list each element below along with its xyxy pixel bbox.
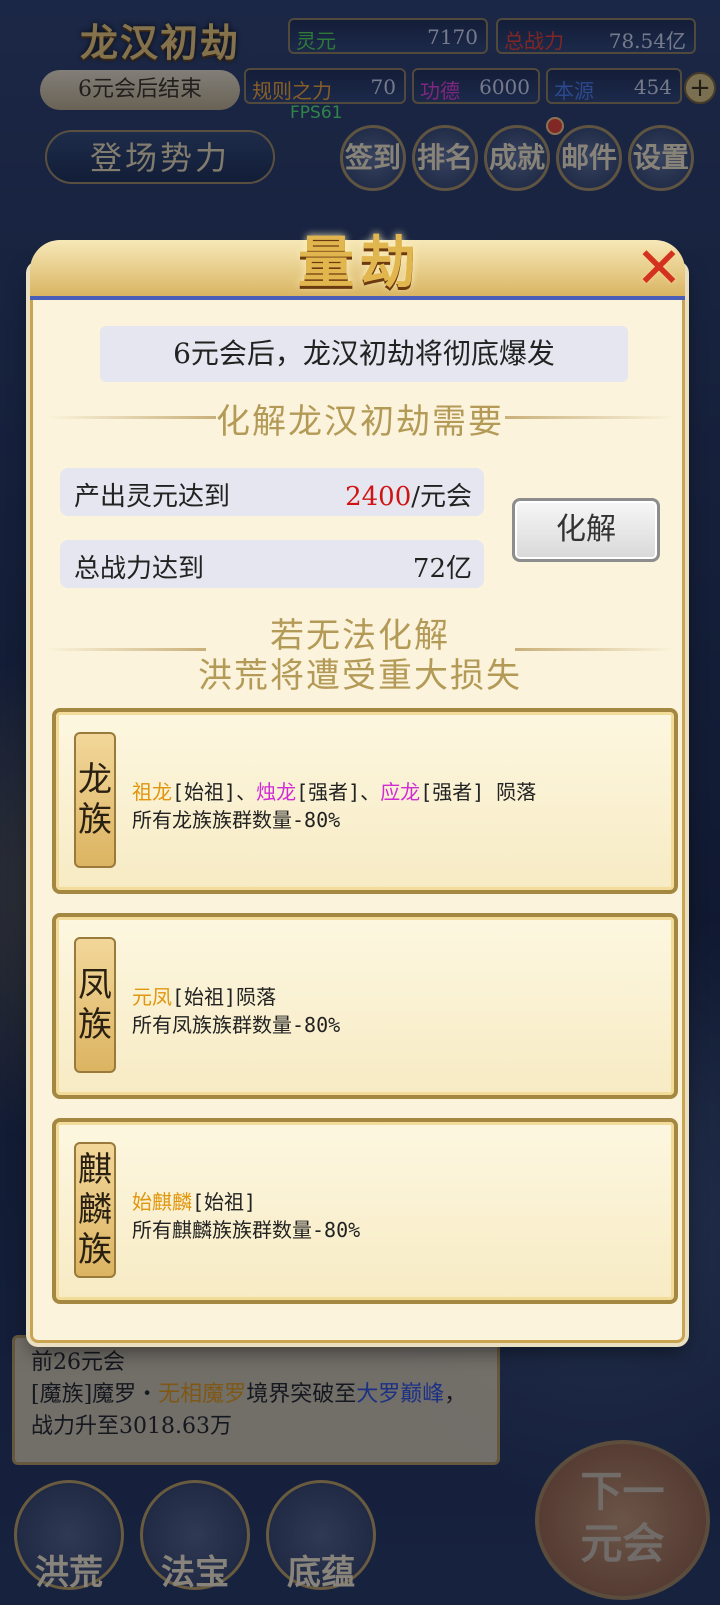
- clan-tag-char: 凤: [78, 965, 112, 1005]
- clan-tag: 龙 族: [74, 732, 116, 868]
- clan-card-qilin: 麒 麟 族 始麒麟[始祖] 所有麒麟族族群数量-80%: [52, 1118, 678, 1304]
- clan-loss-line: 元凤[始祖]陨落: [132, 981, 276, 1010]
- clan-tag-char: 龙: [78, 760, 112, 800]
- resolve-button[interactable]: 化解: [512, 498, 660, 562]
- dialog-title: 量劫: [298, 230, 422, 296]
- clan-loss-line: 始麒麟[始祖]: [132, 1186, 256, 1215]
- clan-text: [强者]、: [296, 780, 381, 804]
- close-icon[interactable]: ✕: [630, 240, 688, 298]
- requirement-value-suffix: /元会: [411, 482, 472, 512]
- warning-banner: 6元会后，龙汉初劫将彻底爆发: [100, 326, 628, 382]
- clan-figure: 始麒麟: [132, 1190, 192, 1214]
- requirement-label: 产出灵元达到: [74, 482, 231, 512]
- requirements-title: 化解龙汉初劫需要: [216, 402, 504, 442]
- failure-line-2: 洪荒将遭受重大损失: [198, 656, 522, 696]
- requirement-value-suffix: 72亿: [412, 554, 472, 584]
- clan-text: [强者] 陨落: [420, 780, 537, 804]
- clan-card-phoenix: 凤 族 元凤[始祖]陨落 所有凤族族群数量-80%: [52, 913, 678, 1099]
- requirement-row: 总战力达到 72亿: [60, 540, 484, 588]
- clan-effect: 所有麒麟族族群数量-80%: [132, 1218, 361, 1242]
- clan-tag-char: 麟: [78, 1190, 112, 1230]
- clan-tag-char: 族: [78, 1230, 112, 1270]
- requirement-label: 总战力达到: [74, 554, 205, 584]
- clan-figure: 祖龙: [132, 780, 172, 804]
- clan-tag-char: 族: [78, 800, 112, 840]
- requirement-value: 72亿: [413, 548, 472, 585]
- clan-tag-char: 族: [78, 1005, 112, 1045]
- clan-tag-char: 麒: [78, 1150, 112, 1190]
- requirement-value-highlight: 2400: [345, 482, 412, 512]
- clan-text: [始祖]陨落: [172, 985, 277, 1009]
- requirement-row: 产出灵元达到 2400/元会: [60, 468, 484, 516]
- clan-effect: 所有凤族族群数量-80%: [132, 1013, 341, 1037]
- clan-figure: 应龙: [380, 780, 421, 804]
- clan-text: [始祖]、: [172, 780, 257, 804]
- clan-card-dragon: 龙 族 祖龙[始祖]、烛龙[强者]、应龙[强者] 陨落 所有龙族族群数量-80%: [52, 708, 678, 894]
- clan-tag: 麒 麟 族: [74, 1142, 116, 1278]
- clan-loss-line: 祖龙[始祖]、烛龙[强者]、应龙[强者] 陨落: [132, 776, 536, 805]
- clan-figure: 烛龙: [256, 780, 297, 804]
- clan-text: [始祖]: [192, 1190, 257, 1214]
- clan-effect: 所有龙族族群数量-80%: [132, 808, 341, 832]
- clan-figure: 元凤: [132, 985, 172, 1009]
- clan-tag: 凤 族: [74, 937, 116, 1073]
- requirement-value: 2400/元会: [345, 476, 472, 513]
